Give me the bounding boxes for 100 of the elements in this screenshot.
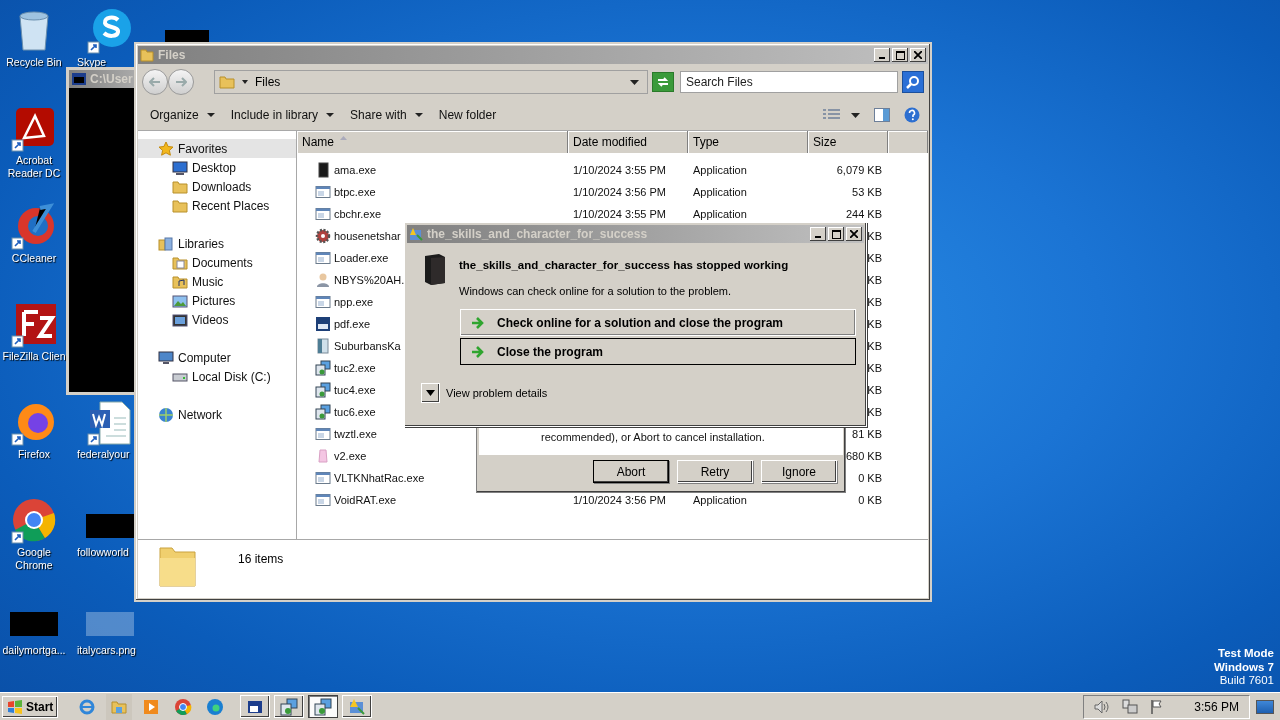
browser-icon[interactable] — [174, 697, 193, 716]
nav-item[interactable]: Desktop — [138, 158, 296, 177]
column-header[interactable]: Date modified — [568, 131, 688, 153]
dialog-button[interactable]: Retry — [677, 460, 753, 483]
word-document-icon[interactable] — [86, 398, 134, 446]
command-link-button[interactable]: Close the program — [460, 338, 856, 365]
nav-item[interactable]: Documents — [138, 253, 296, 272]
file-name[interactable]: pdf.exe — [334, 318, 371, 330]
search-button[interactable] — [902, 71, 924, 93]
column-header[interactable]: Size — [808, 131, 888, 153]
dropdown-caret-icon[interactable] — [851, 111, 860, 119]
file-name[interactable]: SuburbansKa — [334, 340, 401, 352]
refresh-button[interactable] — [652, 72, 674, 92]
show-desktop-button[interactable] — [1256, 699, 1274, 714]
file-name[interactable]: Loader.exe — [334, 252, 389, 264]
windows-flag-icon — [7, 699, 23, 714]
network-icon[interactable] — [1122, 698, 1139, 715]
program-window-icon — [315, 492, 331, 508]
chat-app-icon[interactable] — [86, 6, 134, 54]
file-name[interactable]: tuc2.exe — [334, 362, 376, 374]
file-name[interactable]: btpc.exe — [334, 186, 376, 198]
maximize-button[interactable] — [892, 48, 908, 62]
file-name[interactable]: NBYS%20AH. — [334, 274, 405, 286]
dialog-button[interactable]: Abort — [593, 460, 669, 483]
person-icon — [315, 272, 331, 288]
program-window-icon — [315, 426, 331, 442]
help-icon[interactable] — [904, 107, 920, 123]
nav-item[interactable]: Pictures — [138, 291, 296, 310]
minimize-button[interactable] — [810, 227, 826, 241]
program-window-icon — [315, 250, 331, 266]
file-name[interactable]: v2.exe — [334, 450, 367, 462]
toolbar-button[interactable]: Share with — [342, 105, 431, 125]
toolbar-button[interactable]: New folder — [430, 105, 505, 125]
browser-icon[interactable] — [206, 697, 225, 716]
dropdown-caret-icon[interactable] — [630, 78, 639, 86]
expand-button[interactable] — [421, 383, 440, 403]
size-cell: KB — [867, 406, 882, 418]
caret-icon — [241, 78, 249, 86]
nav-item[interactable]: Downloads — [138, 177, 296, 196]
size-cell: KB — [867, 318, 882, 330]
size-cell: 0 KB — [858, 472, 882, 484]
file-name[interactable]: ama.exe — [334, 164, 377, 176]
browser-icon[interactable] — [10, 496, 58, 544]
preview-pane-icon[interactable] — [874, 108, 890, 122]
back-arrow-icon — [149, 77, 161, 87]
desktop-icon-label: followworld — [76, 546, 129, 559]
folder-icon — [172, 178, 188, 195]
type-cell: Application — [693, 164, 747, 176]
close-button[interactable] — [910, 48, 926, 62]
column-header[interactable]: Type — [688, 131, 808, 153]
nav-item[interactable]: Videos — [138, 310, 296, 329]
file-name[interactable]: cbchr.exe — [334, 208, 382, 220]
nav-item[interactable]: Libraries — [138, 234, 296, 253]
file-name[interactable]: tuc6.exe — [334, 406, 376, 418]
search-icon — [906, 75, 920, 89]
nav-item[interactable]: Recent Places — [138, 196, 296, 215]
file-name[interactable]: twztl.exe — [334, 428, 377, 440]
system-info-text: Build 7601 — [1219, 674, 1274, 688]
details-toggle-label[interactable]: View problem details — [446, 387, 548, 399]
start-button[interactable]: Start — [2, 695, 59, 718]
volume-icon[interactable] — [1094, 699, 1111, 714]
error-message: Windows can check online for a solution to the problem. — [459, 285, 733, 297]
nav-item[interactable]: Computer — [138, 348, 296, 367]
file-name[interactable]: VoidRAT.exe — [334, 494, 397, 506]
toolbar-button[interactable]: Include in library — [222, 105, 343, 125]
arrow-icon — [471, 315, 485, 330]
column-header[interactable]: Name — [297, 131, 568, 153]
file-name[interactable]: housenetshar — [334, 230, 401, 242]
desktop-icon-label: Google Chrome — [14, 546, 54, 572]
size-cell: 6,079 KB — [836, 164, 882, 176]
desktop-icon-label: Acrobat Reader DC — [6, 154, 62, 180]
column-header[interactable] — [888, 131, 928, 153]
clock[interactable]: 3:56 PM — [1194, 699, 1239, 714]
nav-item[interactable]: Music — [138, 272, 296, 291]
forward-arrow-icon — [175, 77, 187, 87]
toolbar-button[interactable]: Organize — [142, 105, 223, 125]
file-name[interactable]: tuc4.exe — [334, 384, 376, 396]
videos-icon — [172, 311, 188, 328]
maximize-button[interactable] — [828, 227, 844, 241]
system-info-text: Test Mode — [1218, 647, 1274, 661]
folder-icon — [219, 74, 235, 90]
search-field[interactable]: Search Files — [680, 71, 898, 93]
nav-item[interactable]: Network — [138, 405, 296, 424]
dialog-button[interactable]: Ignore — [761, 460, 837, 483]
size-cell: KB — [867, 230, 882, 242]
taskbar-button[interactable] — [308, 695, 339, 718]
documents-icon — [172, 254, 188, 271]
window-title: the_skills_and_character_for_success — [427, 227, 648, 241]
minimize-button[interactable] — [874, 48, 890, 62]
date-modified-cell: 1/10/2024 3:55 PM — [573, 164, 666, 176]
nav-item[interactable]: Local Disk (C:) — [138, 367, 296, 386]
file-name[interactable]: VLTKNhatRac.exe — [334, 472, 425, 484]
close-button[interactable] — [846, 227, 862, 241]
program-window-icon — [315, 184, 331, 200]
date-modified-cell: 1/10/2024 3:55 PM — [573, 208, 666, 220]
file-name[interactable]: npp.exe — [334, 296, 374, 308]
address-bar[interactable]: Files — [214, 70, 648, 94]
command-link-button[interactable]: Check online for a solution and close the program — [460, 309, 856, 336]
nav-item[interactable]: Favorites — [138, 139, 296, 158]
size-cell: 53 KB — [852, 186, 882, 198]
